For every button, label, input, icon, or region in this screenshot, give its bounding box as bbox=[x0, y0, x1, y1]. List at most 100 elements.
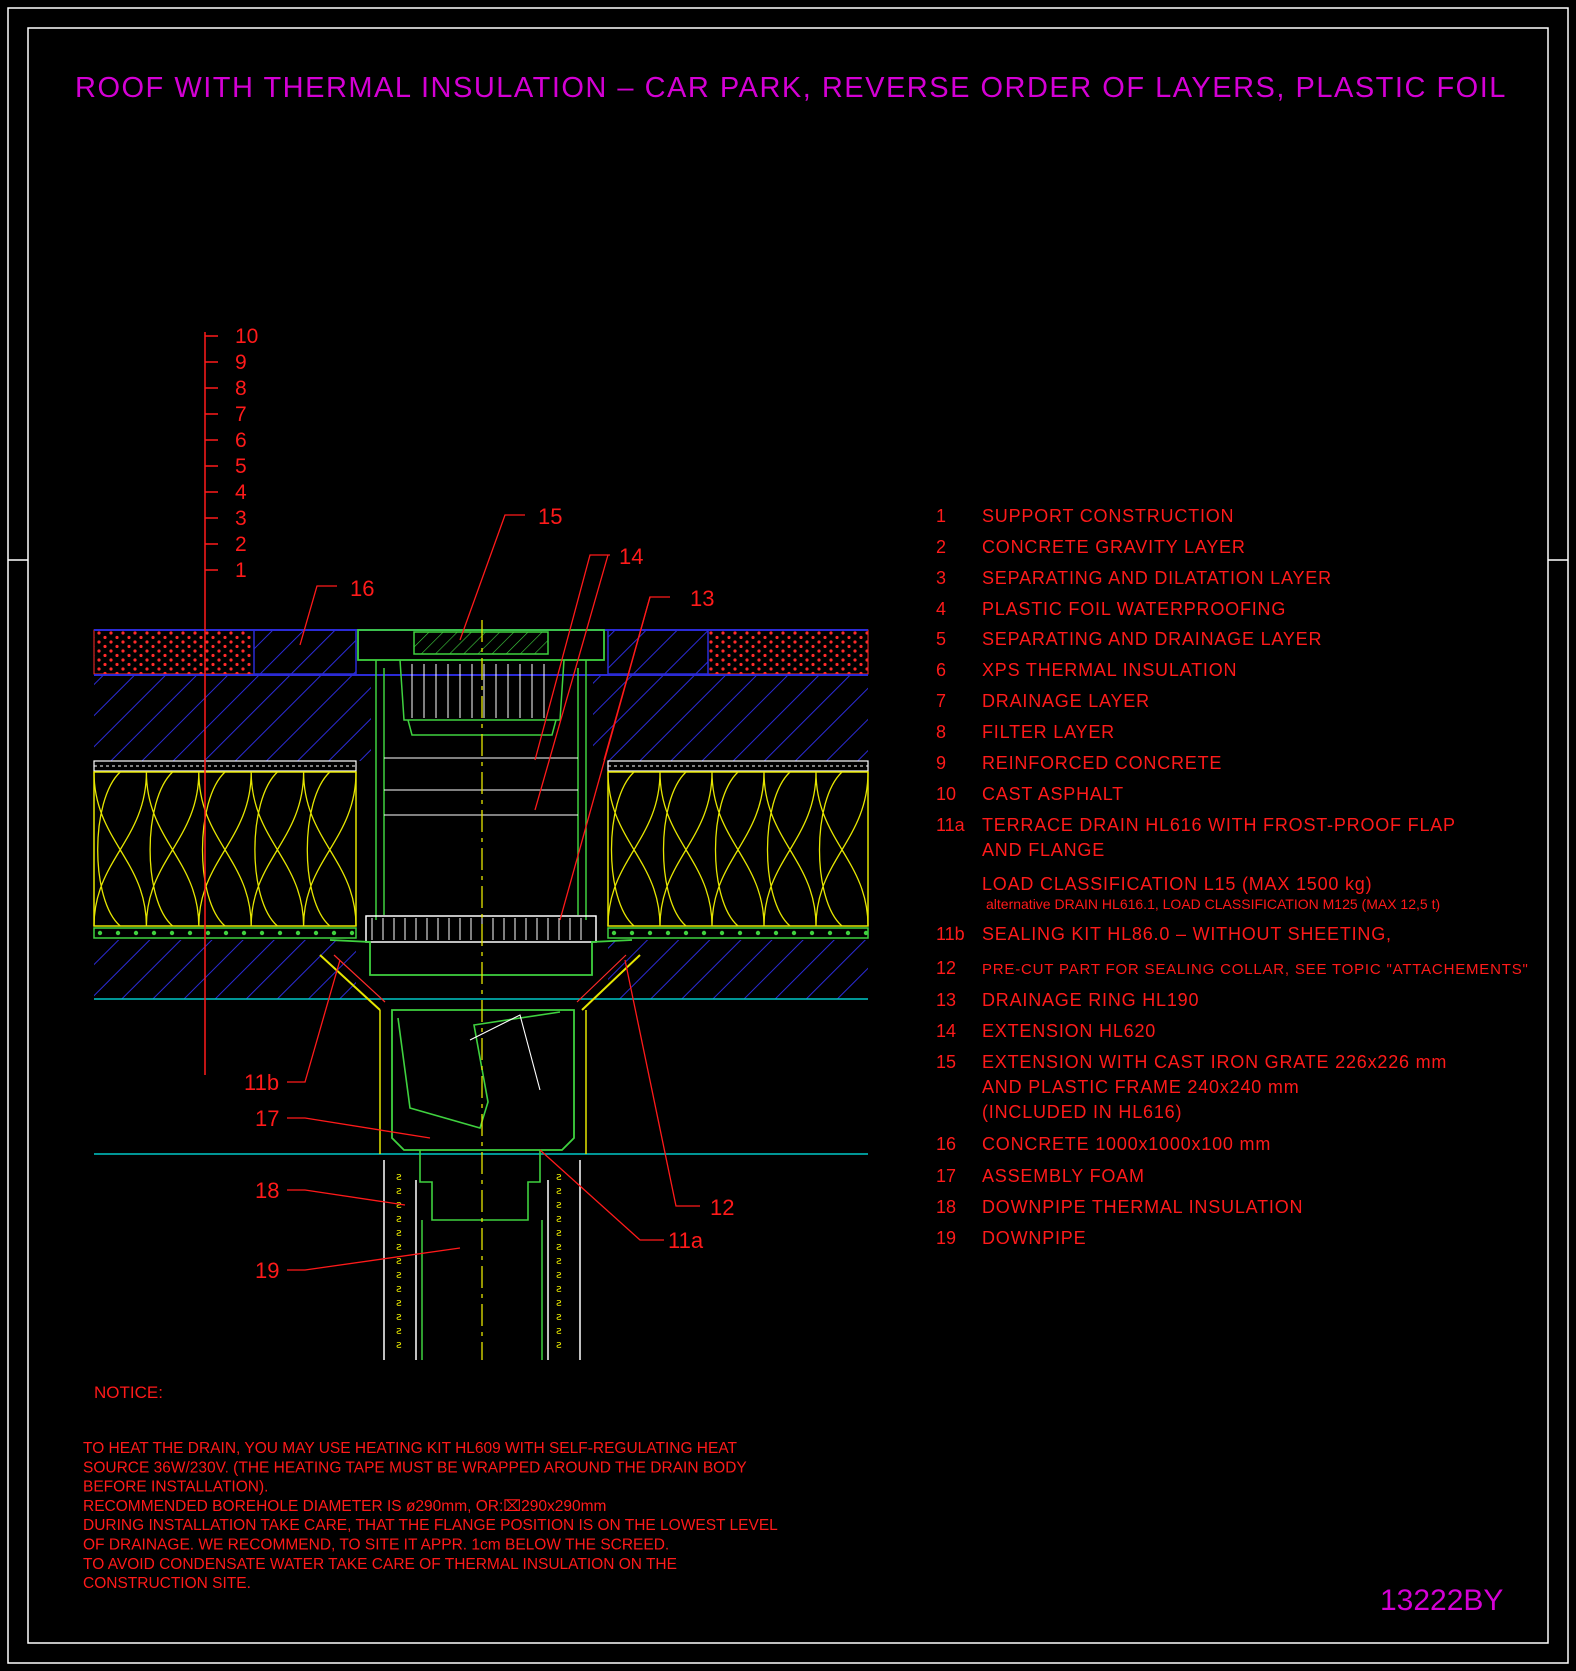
legend-item-text: TERRACE DRAIN HL616 WITH FROST-PROOF FLA… bbox=[982, 815, 1456, 835]
cast-iron-grate bbox=[413, 631, 549, 655]
callout-leaders bbox=[287, 514, 700, 1271]
legend-item-number: 16 bbox=[936, 1134, 956, 1154]
svg-text:ƨ: ƨ bbox=[556, 1296, 562, 1309]
svg-text:ƨ: ƨ bbox=[556, 1170, 562, 1183]
svg-text:ƨ: ƨ bbox=[556, 1254, 562, 1267]
notice-line: OF DRAINAGE. WE RECOMMEND, TO SITE IT AP… bbox=[83, 1537, 669, 1554]
legend-item-text: LOAD CLASSIFICATION L15 (MAX 1500 kg) bbox=[982, 874, 1372, 894]
legend-item-text: EXTENSION WITH CAST IRON GRATE 226x226 m… bbox=[982, 1052, 1447, 1072]
drainage-ring bbox=[365, 915, 597, 943]
legend-item-text: SEALING KIT HL86.0 – WITHOUT SHEETING, bbox=[982, 924, 1392, 944]
concrete-block-16-right bbox=[607, 629, 709, 675]
notice-line: TO HEAT THE DRAIN, YOU MAY USE HEATING K… bbox=[83, 1440, 738, 1457]
svg-text:ƨ: ƨ bbox=[556, 1184, 562, 1197]
drawing-code: 13222BY bbox=[1380, 1584, 1503, 1617]
legend-item-text: CAST ASPHALT bbox=[982, 784, 1124, 804]
layer-scale-tick-label: 1 bbox=[235, 559, 247, 582]
legend-item-number: 12 bbox=[936, 958, 956, 978]
legend-item-text: AND FLANGE bbox=[982, 840, 1105, 860]
legend-item-text: SEPARATING AND DILATATION LAYER bbox=[982, 568, 1332, 588]
drawing-title: ROOF WITH THERMAL INSULATION – CAR PARK,… bbox=[75, 72, 1507, 104]
outer-frame bbox=[7, 7, 1569, 1664]
notice-heading: NOTICE: bbox=[94, 1383, 163, 1402]
legend-item-number: 4 bbox=[936, 599, 946, 619]
svg-text:ƨ: ƨ bbox=[556, 1240, 562, 1253]
legend-item-text: PRE-CUT PART FOR SEALING COLLAR, SEE TOP… bbox=[982, 961, 1529, 978]
callout-17: 17 bbox=[255, 1106, 279, 1131]
callout-13: 13 bbox=[690, 586, 714, 611]
notice-block: NOTICE: TO HEAT THE DRAIN, YOU MAY USE H… bbox=[83, 1383, 778, 1592]
legend-item-text: DRAINAGE RING HL190 bbox=[982, 990, 1199, 1010]
notice-line: CONSTRUCTION SITE. bbox=[83, 1575, 251, 1592]
notice-line: SOURCE 36W/230V. (THE HEATING TAPE MUST … bbox=[83, 1459, 747, 1476]
callout-11a: 11a bbox=[668, 1228, 704, 1253]
reinforced-concrete-left bbox=[94, 676, 371, 761]
legend-item-text: CONCRETE 1000x1000x100 mm bbox=[982, 1134, 1271, 1154]
svg-text:ƨ: ƨ bbox=[556, 1226, 562, 1239]
legend-item-number: 3 bbox=[936, 568, 946, 588]
svg-text:ƨ: ƨ bbox=[396, 1282, 402, 1295]
legend-item-number: 11a bbox=[936, 815, 966, 835]
layer-scale-tick-label: 10 bbox=[235, 325, 258, 348]
legend-item-text: REINFORCED CONCRETE bbox=[982, 753, 1222, 773]
legend-item-number: 10 bbox=[936, 784, 956, 804]
layer-scale-tick-label: 3 bbox=[235, 507, 247, 530]
concrete-slab-right bbox=[707, 629, 869, 675]
legend-item-number: 9 bbox=[936, 753, 946, 773]
legend-item-number: 17 bbox=[936, 1166, 956, 1186]
svg-text:ƨ: ƨ bbox=[396, 1324, 402, 1337]
legend-item-text: XPS THERMAL INSULATION bbox=[982, 660, 1237, 680]
callout-labels: 15 14 13 16 11b 17 18 19 12 11a bbox=[244, 504, 734, 1283]
reinforced-concrete-right bbox=[593, 676, 868, 761]
legend-item-number: 1 bbox=[936, 506, 946, 526]
callout-11b: 11b bbox=[244, 1070, 279, 1095]
legend-item-text: DOWNPIPE bbox=[982, 1228, 1086, 1248]
notice-line: DURING INSTALLATION TAKE CARE, THAT THE … bbox=[83, 1517, 778, 1534]
svg-text:ƨ: ƨ bbox=[396, 1212, 402, 1225]
svg-text:ƨ: ƨ bbox=[396, 1310, 402, 1323]
legend-item-number: 7 bbox=[936, 691, 946, 711]
legend-item-number: 18 bbox=[936, 1197, 956, 1217]
callout-18: 18 bbox=[255, 1178, 279, 1203]
layer-scale-tick-label: 2 bbox=[235, 533, 247, 556]
legend-item-text: AND PLASTIC FRAME 240x240 mm bbox=[982, 1077, 1299, 1097]
svg-text:ƨ: ƨ bbox=[556, 1282, 562, 1295]
notice-line: RECOMMENDED BOREHOLE DIAMETER IS ø290mm,… bbox=[83, 1498, 606, 1515]
concrete-block-16-left bbox=[253, 629, 357, 675]
legend-item-text: DRAINAGE LAYER bbox=[982, 691, 1150, 711]
layer-scale-tick-label: 4 bbox=[235, 481, 247, 504]
legend-item-text: PLASTIC FOIL WATERPROOFING bbox=[982, 599, 1286, 619]
gravity-layer-right bbox=[608, 940, 868, 999]
notice-line: BEFORE INSTALLATION). bbox=[83, 1479, 268, 1496]
roof-section: ƨ ƨƨ ƨƨ ƨƨ ƨƨ ƨƨ ƨƨ ƨƨ ƨƨ ƨƨ ƨƨ ƨƨ ƨƨ ƨ bbox=[93, 620, 869, 1360]
legend-item-text: (INCLUDED IN HL616) bbox=[982, 1102, 1182, 1122]
svg-text:ƨ: ƨ bbox=[396, 1338, 402, 1351]
svg-text:ƨ: ƨ bbox=[556, 1338, 562, 1351]
legend-item-text: CONCRETE GRAVITY LAYER bbox=[982, 537, 1246, 557]
legend-item-number: 8 bbox=[936, 722, 946, 742]
legend-item-number: 14 bbox=[936, 1021, 956, 1041]
legend-item-number: 5 bbox=[936, 629, 946, 649]
svg-text:ƨ: ƨ bbox=[556, 1268, 562, 1281]
concrete-slab-left bbox=[93, 629, 255, 675]
svg-text:ƨ: ƨ bbox=[556, 1324, 562, 1337]
layer-scale-tick-label: 6 bbox=[235, 429, 247, 452]
svg-text:ƨ: ƨ bbox=[556, 1310, 562, 1323]
legend-item-number: 13 bbox=[936, 990, 956, 1010]
callout-15: 15 bbox=[538, 504, 562, 529]
legend-item-text: FILTER LAYER bbox=[982, 722, 1115, 742]
svg-text:ƨ: ƨ bbox=[396, 1184, 402, 1197]
svg-text:ƨ: ƨ bbox=[396, 1226, 402, 1239]
legend-item-text: ASSEMBLY FOAM bbox=[982, 1166, 1145, 1186]
svg-text:ƨ: ƨ bbox=[556, 1212, 562, 1225]
legend: 1 SUPPORT CONSTRUCTION 2 CONCRETE GRAVITY L… bbox=[936, 506, 1529, 1248]
callout-16: 16 bbox=[350, 576, 374, 601]
layer-scale-tick-label: 9 bbox=[235, 351, 247, 374]
cad-drawing: ROOF WITH THERMAL INSULATION – CAR PARK,… bbox=[7, 7, 1569, 1664]
svg-text:ƨ: ƨ bbox=[396, 1296, 402, 1309]
svg-text:ƨ: ƨ bbox=[396, 1240, 402, 1253]
callout-14: 14 bbox=[619, 544, 643, 569]
svg-text:ƨ: ƨ bbox=[396, 1268, 402, 1281]
legend-item-number: 2 bbox=[936, 537, 946, 557]
legend-item-text: EXTENSION HL620 bbox=[982, 1021, 1156, 1041]
